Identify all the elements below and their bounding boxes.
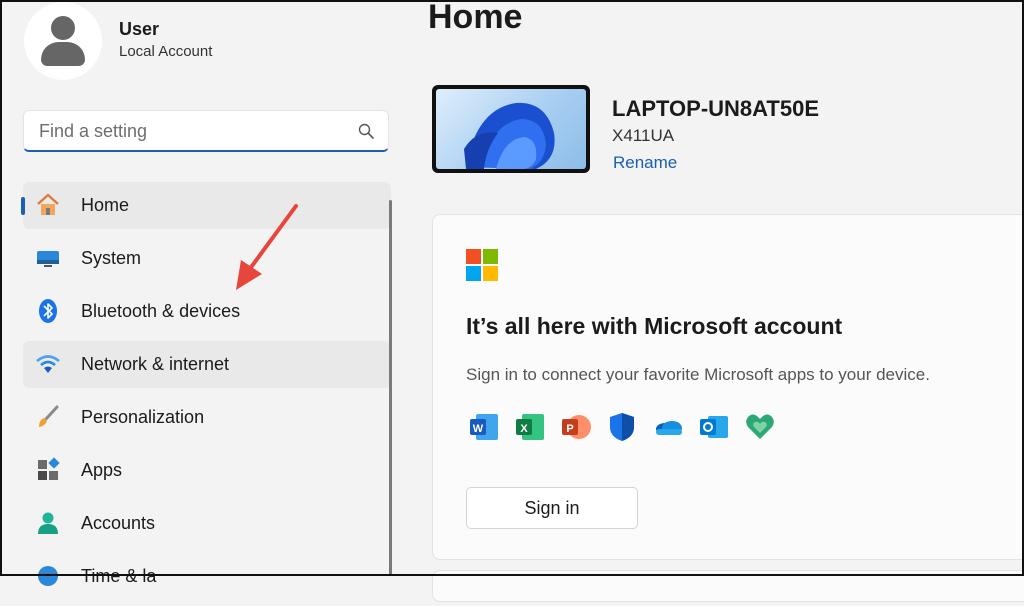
sidebar-item-system[interactable]: System xyxy=(23,235,391,282)
search-input[interactable] xyxy=(37,117,351,145)
outlook-icon xyxy=(700,416,728,438)
sidebar-item-time-language[interactable]: Time & la xyxy=(23,553,391,600)
brush-icon xyxy=(39,405,59,427)
sidebar-item-label: Network & internet xyxy=(81,354,230,374)
user-name: User xyxy=(119,19,160,39)
user-account-type: Local Account xyxy=(119,43,213,60)
family-safety-icon xyxy=(746,414,774,439)
person-icon xyxy=(38,512,58,534)
sidebar-item-apps[interactable]: Apps xyxy=(23,447,391,494)
app-icons-row: W X P xyxy=(468,411,776,445)
svg-text:W: W xyxy=(473,423,484,435)
monitor-icon xyxy=(37,251,59,267)
bloom-wallpaper-icon xyxy=(464,102,555,169)
user-avatar[interactable] xyxy=(24,2,102,80)
next-card xyxy=(432,570,1024,602)
excel-icon: X xyxy=(516,414,544,440)
sidebar-item-label: Home xyxy=(81,195,130,215)
svg-text:P: P xyxy=(566,423,573,435)
onedrive-icon xyxy=(656,421,682,435)
selected-indicator xyxy=(21,197,25,215)
home-icon xyxy=(37,193,59,215)
sidebar-item-bluetooth[interactable]: Bluetooth & devices xyxy=(23,288,391,335)
word-icon: W xyxy=(470,414,498,440)
sign-in-button[interactable]: Sign in xyxy=(466,487,638,529)
wifi-icon xyxy=(36,355,60,373)
clock-icon xyxy=(38,566,58,586)
device-name: LAPTOP-UN8AT50E xyxy=(612,96,820,121)
wallpaper-thumbnail xyxy=(436,89,586,169)
card-title: It’s all here with Microsoft account xyxy=(466,313,843,339)
page-title: Home xyxy=(428,0,523,36)
sidebar-item-network[interactable]: Network & internet xyxy=(23,341,391,388)
avatar-head xyxy=(51,16,75,40)
search-icon[interactable] xyxy=(358,123,374,139)
sidebar-scrollbar[interactable] xyxy=(389,200,392,576)
sidebar-item-label: Time & la xyxy=(81,566,157,586)
rename-link[interactable]: Rename xyxy=(613,153,677,173)
sidebar-item-home[interactable]: Home xyxy=(21,182,391,229)
sidebar-item-label: Apps xyxy=(81,460,123,480)
sidebar-item-label: Personalization xyxy=(81,407,205,427)
nav-list: Home System Bluetooth & devices Network … xyxy=(21,182,391,606)
microsoft-logo-icon xyxy=(466,249,498,281)
card-description: Sign in to connect your favorite Microso… xyxy=(466,365,930,384)
powerpoint-icon: P xyxy=(562,415,591,439)
device-model: X411UA xyxy=(612,126,675,145)
sidebar-item-label: System xyxy=(81,248,142,268)
defender-icon xyxy=(610,413,634,441)
search-box[interactable] xyxy=(23,110,389,152)
sidebar-item-label: Accounts xyxy=(81,513,156,533)
device-image xyxy=(432,85,590,173)
apps-icon xyxy=(38,457,60,480)
svg-text:X: X xyxy=(520,423,528,435)
sidebar-item-label: Bluetooth & devices xyxy=(81,301,241,321)
sidebar-item-personalization[interactable]: Personalization xyxy=(23,394,391,441)
sidebar-item-accounts[interactable]: Accounts xyxy=(23,500,391,547)
bluetooth-icon xyxy=(39,299,57,323)
avatar-body xyxy=(41,42,85,66)
sidebar: User Local Account Home System xyxy=(0,0,410,586)
main-content: Home LAPTOP-UN8AT50E X411UA Rename It’s … xyxy=(410,0,1024,602)
microsoft-account-card: It’s all here with Microsoft account Sig… xyxy=(432,214,1024,560)
